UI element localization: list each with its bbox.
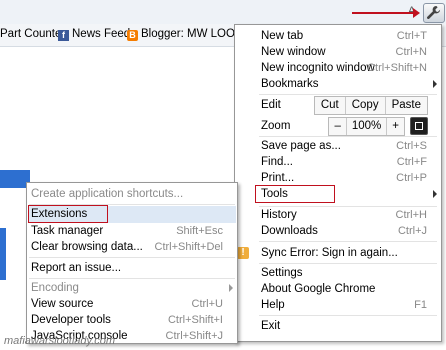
menu-zoom: Zoom — [261, 120, 291, 132]
wrench-menu-button[interactable] — [423, 3, 445, 23]
bookmark-blogger[interactable]: B Blogger: MW LOOT... — [127, 28, 250, 41]
page-element — [0, 228, 6, 280]
shortcut: Ctrl+S — [396, 140, 427, 152]
menu-about[interactable]: About Google Chrome — [261, 281, 375, 297]
menu-history[interactable]: History — [261, 207, 297, 223]
menu-bookmarks[interactable]: Bookmarks — [261, 76, 319, 92]
separator — [29, 278, 235, 279]
tools-highlight-box — [255, 185, 335, 203]
facebook-icon: f — [58, 30, 69, 41]
menu-encoding[interactable]: Encoding — [31, 280, 79, 296]
menu-sync-error[interactable]: Sync Error: Sign in again... — [261, 245, 398, 261]
bookmark-news-feeds[interactable]: f News Feeds — [58, 28, 136, 41]
zoom-control-group: – 100% + — [328, 117, 405, 136]
separator — [259, 241, 437, 242]
zoom-out-button[interactable]: – — [329, 118, 345, 135]
shortcut: Shift+Esc — [176, 225, 223, 237]
menu-edit: Edit — [261, 99, 281, 111]
shortcut: Ctrl+H — [395, 209, 427, 221]
menu-report-issue[interactable]: Report an issue... — [31, 260, 121, 276]
shortcut: F1 — [414, 299, 427, 311]
menu-create-shortcuts: Create application shortcuts... — [31, 188, 184, 200]
menu-developer-tools[interactable]: Developer tools — [31, 312, 111, 328]
shortcut: Ctrl+Shift+Del — [154, 241, 223, 253]
wrench-icon — [427, 5, 441, 19]
extensions-highlight-box — [28, 205, 108, 223]
separator — [259, 94, 437, 95]
shortcut: Ctrl+Shift+J — [165, 330, 223, 342]
submenu-arrow-icon — [433, 80, 437, 88]
watermark-text: mafiawarslootlady.com — [4, 335, 116, 347]
menu-view-source[interactable]: View source — [31, 296, 93, 312]
shortcut: Ctrl+Shift+N — [367, 62, 427, 74]
menu-new-tab[interactable]: New tab — [261, 28, 303, 44]
blogger-icon: B — [127, 30, 138, 41]
copy-button[interactable]: Copy — [344, 97, 385, 114]
separator — [259, 263, 437, 264]
menu-new-incognito-window[interactable]: New incognito window — [261, 60, 375, 76]
separator — [259, 315, 437, 316]
shortcut: Ctrl+U — [191, 298, 223, 310]
separator — [29, 257, 235, 258]
warning-icon: ! — [237, 247, 249, 259]
tools-submenu: Create application shortcuts... Extensio… — [26, 182, 238, 344]
menu-task-manager[interactable]: Task manager — [31, 223, 103, 239]
menu-save-page[interactable]: Save page as... — [261, 138, 341, 154]
paste-button[interactable]: Paste — [384, 97, 427, 114]
zoom-level: 100% — [345, 118, 386, 135]
annotation-arrow — [352, 8, 420, 18]
menu-downloads[interactable]: Downloads — [261, 223, 318, 239]
zoom-in-button[interactable]: + — [386, 118, 404, 135]
menu-settings[interactable]: Settings — [261, 265, 303, 281]
menu-find[interactable]: Find... — [261, 154, 293, 170]
cut-button[interactable]: Cut — [315, 97, 345, 114]
edit-button-group: Cut Copy Paste — [313, 96, 428, 115]
shortcut: Ctrl+F — [396, 156, 427, 168]
shortcut: Ctrl+Shift+I — [167, 314, 223, 326]
separator — [259, 136, 437, 137]
chrome-main-menu: New tab Ctrl+T New window Ctrl+N New inc… — [234, 24, 442, 342]
menu-clear-browsing-data[interactable]: Clear browsing data... — [31, 239, 143, 255]
shortcut: Ctrl+J — [397, 225, 427, 237]
menu-exit[interactable]: Exit — [261, 318, 280, 334]
menu-help[interactable]: Help — [261, 297, 285, 313]
fullscreen-icon[interactable] — [410, 117, 428, 135]
menu-new-window[interactable]: New window — [261, 44, 326, 60]
shortcut: Ctrl+N — [395, 46, 427, 58]
submenu-arrow-icon — [433, 190, 437, 198]
shortcut: Ctrl+T — [396, 30, 427, 42]
bookmark-part-counter[interactable]: Part Counter — [0, 28, 65, 40]
shortcut: Ctrl+P — [396, 172, 427, 184]
menu-print[interactable]: Print... — [261, 170, 294, 186]
submenu-arrow-icon — [229, 284, 233, 292]
